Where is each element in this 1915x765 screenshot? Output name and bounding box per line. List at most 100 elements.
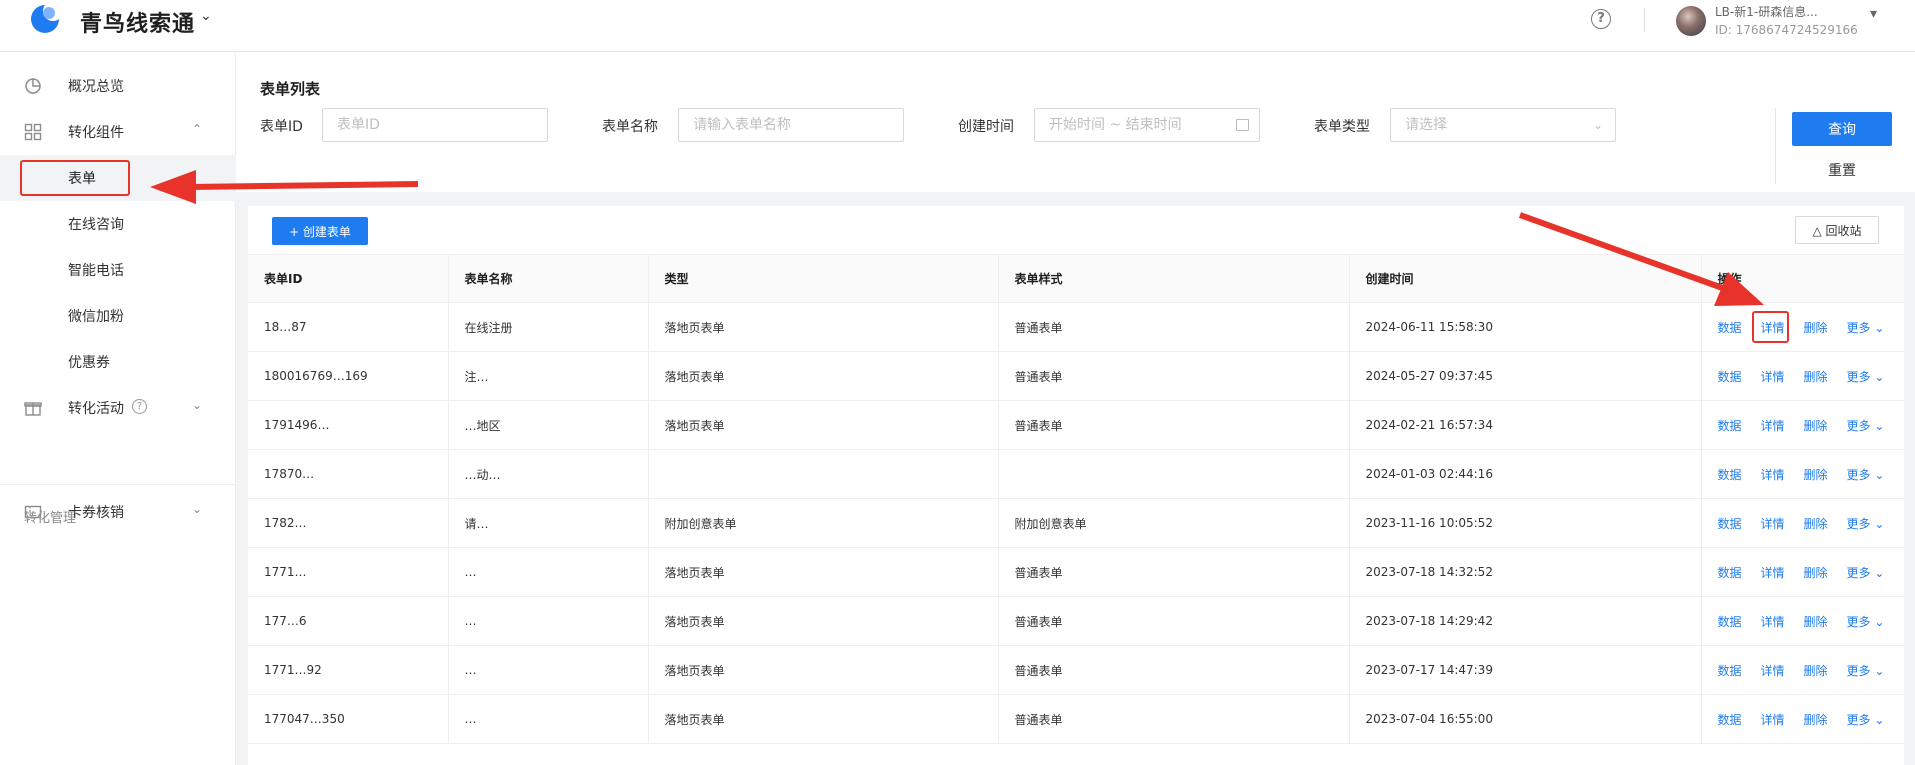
chevron-down-icon[interactable]: ⌄ bbox=[1871, 370, 1884, 384]
more-link[interactable]: 更多 bbox=[1847, 664, 1871, 678]
sidebar-item-label: 智能电话 bbox=[68, 263, 124, 279]
forms-table: 表单ID 表单名称 类型 表单样式 创建时间 操作 18…87 在线注册 落地页表单… bbox=[248, 254, 1904, 744]
detail-link[interactable]: 详情 bbox=[1761, 664, 1785, 678]
cell-actions: 数据 详情 删除 更多 ⌄ bbox=[1701, 302, 1904, 352]
detail-link[interactable]: 详情 bbox=[1761, 468, 1785, 482]
more-link[interactable]: 更多 bbox=[1847, 321, 1871, 335]
sidebar-item-wechat-follow[interactable]: 微信加粉 bbox=[0, 293, 236, 339]
create-form-button[interactable]: + 创建表单 bbox=[272, 217, 368, 245]
data-link[interactable]: 数据 bbox=[1718, 370, 1742, 384]
chevron-down-icon[interactable]: ⌄ bbox=[1871, 321, 1884, 335]
column-header-id[interactable]: 表单ID bbox=[248, 254, 449, 303]
more-link[interactable]: 更多 bbox=[1847, 566, 1871, 580]
table-header-row: 表单ID 表单名称 类型 表单样式 创建时间 操作 bbox=[248, 254, 1904, 303]
table-row: 1771…… 落地页表单 普通表单 2023-07-18 14:32:52 数据 详情 删除… bbox=[248, 547, 1904, 597]
detail-link[interactable]: 详情 bbox=[1761, 419, 1785, 433]
delete-link[interactable]: 删除 bbox=[1804, 713, 1828, 727]
detail-link[interactable]: 详情 bbox=[1761, 517, 1785, 531]
chevron-down-icon: ⌄ bbox=[192, 502, 203, 516]
cell-form-type: 落地页表单 bbox=[648, 645, 999, 695]
chevron-down-icon[interactable]: ⌄ bbox=[1871, 468, 1884, 482]
delete-link[interactable]: 删除 bbox=[1804, 566, 1828, 580]
chevron-down-icon[interactable]: ⌄ bbox=[1871, 419, 1884, 433]
detail-link[interactable]: 详情 bbox=[1761, 615, 1785, 629]
cell-form-name: … bbox=[448, 645, 649, 695]
recycle-bin-button[interactable]: △ 回收站 bbox=[1795, 216, 1879, 244]
more-link[interactable]: 更多 bbox=[1847, 370, 1871, 384]
column-header-created[interactable]: 创建时间 bbox=[1349, 254, 1702, 303]
form-name-input[interactable] bbox=[678, 108, 904, 142]
sidebar-item-card-redeem[interactable]: 卡券核销 ⌄ bbox=[0, 489, 236, 535]
cell-form-type: 附加创意表单 bbox=[648, 498, 999, 548]
delete-link[interactable]: 删除 bbox=[1804, 419, 1828, 433]
avatar[interactable] bbox=[1676, 6, 1706, 36]
brand-name[interactable]: 青鸟线索通 bbox=[80, 6, 195, 38]
user-name[interactable]: LB-新1-研森信息... bbox=[1715, 3, 1818, 20]
sidebar-item-conversion-activities[interactable]: 转化活动 ? ⌄ bbox=[0, 385, 236, 431]
sidebar-item-coupons[interactable]: 优惠券 bbox=[0, 339, 236, 385]
delete-link[interactable]: 删除 bbox=[1804, 370, 1828, 384]
cell-form-name: … bbox=[448, 596, 649, 646]
query-button[interactable]: 查询 bbox=[1792, 112, 1892, 146]
more-link[interactable]: 更多 bbox=[1847, 713, 1871, 727]
chevron-down-icon[interactable]: ⌄ bbox=[1871, 664, 1884, 678]
detail-link[interactable]: 详情 bbox=[1761, 566, 1785, 580]
data-link[interactable]: 数据 bbox=[1718, 664, 1742, 678]
form-id-input[interactable] bbox=[322, 108, 548, 142]
sidebar-item-online-consult[interactable]: 在线咨询 bbox=[0, 201, 236, 247]
column-header-type[interactable]: 类型 bbox=[648, 254, 999, 303]
delete-link[interactable]: 删除 bbox=[1804, 468, 1828, 482]
data-link[interactable]: 数据 bbox=[1718, 321, 1742, 335]
date-range-picker[interactable]: 开始时间 ~ 结束时间 bbox=[1034, 108, 1260, 142]
chevron-down-icon[interactable]: ⌄ bbox=[1871, 566, 1884, 580]
cell-form-type bbox=[648, 449, 999, 499]
logo-icon bbox=[31, 5, 59, 33]
more-link[interactable]: 更多 bbox=[1847, 468, 1871, 482]
cell-form-name: … bbox=[448, 694, 649, 744]
cell-form-name: … bbox=[448, 547, 649, 597]
delete-link[interactable]: 删除 bbox=[1804, 664, 1828, 678]
column-header-name[interactable]: 表单名称 bbox=[448, 254, 649, 303]
help-icon[interactable]: ? bbox=[1591, 9, 1611, 29]
delete-link[interactable]: 删除 bbox=[1804, 321, 1828, 335]
chevron-down-icon[interactable]: ⌄ bbox=[1871, 517, 1884, 531]
cell-created-time: 2023-07-18 14:29:42 bbox=[1349, 596, 1702, 646]
sidebar: 概况总览 转化组件 ⌃ 表单 在线咨询 智能电话 微信加粉 优惠券 转化活动 ?… bbox=[0, 52, 236, 765]
data-link[interactable]: 数据 bbox=[1718, 468, 1742, 482]
chevron-down-icon[interactable]: ⌄ bbox=[1871, 713, 1884, 727]
form-id-label: 表单ID bbox=[260, 119, 303, 135]
recycle-bin-label: 回收站 bbox=[1825, 223, 1862, 238]
chevron-down-icon[interactable]: ⌄ bbox=[200, 8, 212, 24]
cell-form-style: 普通表单 bbox=[998, 596, 1350, 646]
highlight-box-forms bbox=[20, 160, 130, 196]
sidebar-item-smart-phone[interactable]: 智能电话 bbox=[0, 247, 236, 293]
table-row: 177…6… 落地页表单 普通表单 2023-07-18 14:29:42 数据 详情 删除… bbox=[248, 596, 1904, 646]
delete-link[interactable]: 删除 bbox=[1804, 615, 1828, 629]
more-link[interactable]: 更多 bbox=[1847, 517, 1871, 531]
detail-link[interactable]: 详情 bbox=[1761, 713, 1785, 727]
data-link[interactable]: 数据 bbox=[1718, 517, 1742, 531]
data-link[interactable]: 数据 bbox=[1718, 713, 1742, 727]
more-link[interactable]: 更多 bbox=[1847, 615, 1871, 629]
user-menu-chevron-icon[interactable]: ▾ bbox=[1870, 6, 1877, 22]
cell-form-type: 落地页表单 bbox=[648, 400, 999, 450]
chevron-down-icon[interactable]: ⌄ bbox=[1871, 615, 1884, 629]
cell-form-id: 177…6 bbox=[248, 596, 449, 646]
data-link[interactable]: 数据 bbox=[1718, 566, 1742, 580]
sidebar-item-overview[interactable]: 概况总览 bbox=[0, 63, 236, 109]
cell-actions: 数据 详情 删除 更多 ⌄ bbox=[1701, 449, 1904, 499]
data-link[interactable]: 数据 bbox=[1718, 419, 1742, 433]
data-link[interactable]: 数据 bbox=[1718, 615, 1742, 629]
question-icon[interactable]: ? bbox=[132, 399, 147, 414]
sidebar-divider bbox=[0, 484, 236, 485]
user-id: ID: 1768674724529166 bbox=[1715, 23, 1858, 37]
reset-button[interactable]: 重置 bbox=[1792, 156, 1892, 184]
cell-form-type: 落地页表单 bbox=[648, 351, 999, 401]
delete-link[interactable]: 删除 bbox=[1804, 517, 1828, 531]
table-row: 180016769…169 注… 落地页表单 普通表单 2024-05-27 09:37… bbox=[248, 351, 1904, 401]
form-type-select[interactable]: 请选择 ⌄ bbox=[1390, 108, 1616, 142]
more-link[interactable]: 更多 bbox=[1847, 419, 1871, 433]
sidebar-item-conversion-components[interactable]: 转化组件 ⌃ bbox=[0, 109, 236, 155]
column-header-style[interactable]: 表单样式 bbox=[998, 254, 1350, 303]
detail-link[interactable]: 详情 bbox=[1761, 370, 1785, 384]
